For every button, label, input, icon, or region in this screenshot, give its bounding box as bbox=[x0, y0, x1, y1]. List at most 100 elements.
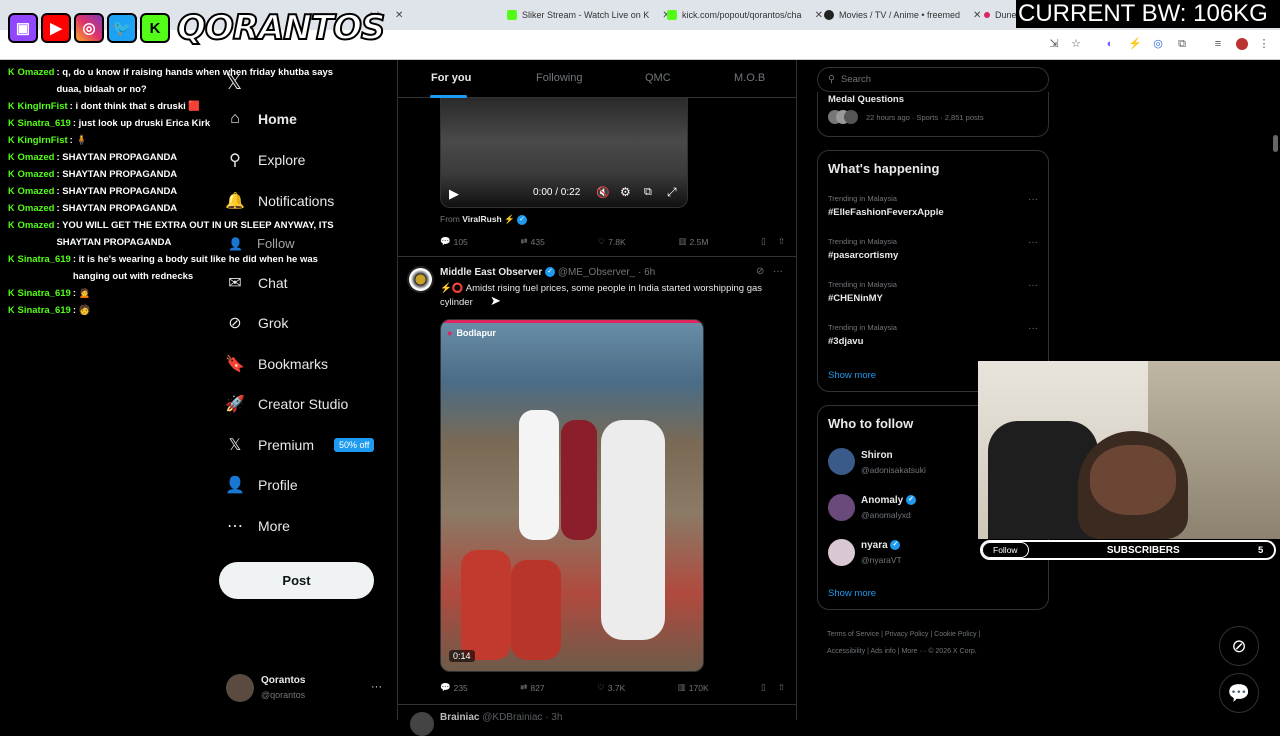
tab-mob[interactable]: M.O.B bbox=[734, 72, 765, 84]
more-dots-icon[interactable]: ··· bbox=[371, 681, 382, 693]
nav-item-premium[interactable]: 𝕏 Premium 50% off bbox=[226, 436, 375, 454]
trend-tag[interactable]: #3djavu bbox=[828, 336, 863, 347]
more-dots-icon[interactable]: ··· bbox=[773, 266, 783, 277]
suggestion-avatar[interactable] bbox=[828, 448, 855, 475]
profile-avatar[interactable] bbox=[1236, 38, 1248, 50]
nav-item-notifications[interactable]: 🔔 Notifications bbox=[225, 192, 334, 210]
site-icon bbox=[984, 12, 990, 18]
tweet-time[interactable]: · 6h bbox=[638, 267, 655, 278]
footer-link[interactable]: More ··· bbox=[901, 648, 926, 655]
grok-icon[interactable]: ⊘ bbox=[756, 266, 764, 277]
trend-tag[interactable]: #CHENinMY bbox=[828, 293, 883, 304]
more-dots-icon[interactable]: ··· bbox=[1028, 194, 1038, 205]
browser-tab[interactable]: Dune bbox=[984, 4, 1017, 26]
tweet-author-name[interactable]: Brainiac bbox=[440, 712, 479, 723]
extension-icon[interactable]: ◐ bbox=[1104, 38, 1116, 50]
bookmark-icon[interactable]: ▯ bbox=[761, 236, 766, 247]
search-input[interactable]: ⚲ Search bbox=[817, 67, 1049, 92]
star-icon[interactable]: ☆ bbox=[1070, 38, 1082, 50]
tab-for-you[interactable]: For you bbox=[431, 72, 471, 84]
follow-button[interactable]: Follow bbox=[982, 542, 1029, 558]
more-dots-icon[interactable]: ··· bbox=[1028, 280, 1038, 291]
tweet-avatar[interactable] bbox=[407, 266, 434, 293]
medal-card[interactable]: Medal Questions 22 hours ago · Sports · … bbox=[817, 92, 1049, 137]
account-avatar[interactable] bbox=[226, 674, 254, 702]
browser-tab[interactable]: kick.com/popout/qorantos/cha ✕ bbox=[667, 4, 823, 26]
tab-qmc[interactable]: QMC bbox=[645, 72, 671, 84]
suggestion-avatar[interactable] bbox=[828, 539, 855, 566]
install-icon[interactable]: ⇲ bbox=[1048, 38, 1060, 50]
tab-following[interactable]: Following bbox=[536, 72, 582, 84]
messages-button[interactable]: 💬 bbox=[1219, 673, 1259, 713]
mute-icon[interactable]: 🔇 bbox=[596, 186, 610, 199]
tweet-author-handle[interactable]: @KDBrainiac bbox=[482, 712, 542, 723]
suggestion-name[interactable]: Anomaly bbox=[861, 495, 903, 506]
browser-tab[interactable]: Movies / TV / Anime • freemed ✕ bbox=[824, 4, 981, 26]
show-more-link[interactable]: Show more bbox=[828, 370, 876, 381]
browser-tab[interactable]: Sliker Stream - Watch Live on K✕ bbox=[507, 4, 671, 26]
reply-button[interactable]: 💬 235 bbox=[440, 682, 468, 693]
tweet-author-handle[interactable]: @ME_Observer_ bbox=[558, 267, 635, 278]
medal-meta: 22 hours ago · Sports · 2,851 posts bbox=[866, 113, 984, 122]
trend-tag[interactable]: #pasarcortismy bbox=[828, 250, 898, 261]
extension-icon[interactable]: ⚡ bbox=[1128, 38, 1142, 50]
retweet-button[interactable]: ⇄ 827 bbox=[520, 682, 544, 693]
nav-item-profile[interactable]: 👤 Profile bbox=[225, 476, 298, 494]
close-icon[interactable]: ✕ bbox=[395, 10, 403, 21]
trend-tag[interactable]: #ElleFashionFeverxApple bbox=[828, 207, 944, 218]
grok-button[interactable]: ⊘ bbox=[1219, 626, 1259, 666]
views-button[interactable]: ▥ 170K bbox=[678, 682, 709, 693]
account-name[interactable]: Qorantos bbox=[261, 675, 305, 686]
share-icon[interactable]: ⇧ bbox=[778, 682, 785, 693]
nav-item-home[interactable]: ⌂ Home bbox=[226, 110, 297, 128]
pip-icon[interactable]: ⧉ bbox=[644, 186, 652, 199]
x-logo-icon[interactable]: 𝕏 bbox=[226, 70, 242, 95]
views-button[interactable]: ▥ 2.5M bbox=[678, 236, 708, 247]
fullscreen-icon[interactable]: ⤢ bbox=[667, 185, 677, 200]
play-icon[interactable]: ▶ bbox=[449, 186, 459, 202]
show-more-link[interactable]: Show more bbox=[828, 588, 876, 599]
nav-item-chat[interactable]: ✉ Chat bbox=[226, 274, 288, 292]
footer-link[interactable]: Terms of Service bbox=[827, 631, 879, 638]
nav-item-explore[interactable]: ⚲ Explore bbox=[226, 151, 305, 169]
share-icon[interactable]: ⇧ bbox=[778, 236, 785, 247]
from-name[interactable]: ViralRush ⚡ bbox=[462, 214, 514, 224]
reply-button[interactable]: 💬 105 bbox=[440, 236, 468, 247]
like-button[interactable]: ♡ 7.8K bbox=[598, 236, 626, 247]
suggestion-avatar[interactable] bbox=[828, 494, 855, 521]
close-icon[interactable]: ✕ bbox=[973, 10, 981, 21]
tweet-avatar[interactable] bbox=[410, 712, 434, 736]
puzzle-icon[interactable]: ⧉ bbox=[1176, 38, 1188, 50]
footer-link[interactable]: Accessibility bbox=[827, 648, 865, 655]
tweet-time[interactable]: · 3h bbox=[545, 712, 562, 723]
retweet-button[interactable]: ⇄ 435 bbox=[521, 236, 545, 247]
suggestion-name[interactable]: Shiron bbox=[861, 450, 893, 461]
menu-icon[interactable]: ⋮ bbox=[1258, 38, 1270, 50]
footer-link[interactable]: Cookie Policy bbox=[934, 631, 976, 638]
more-dots-icon[interactable]: ··· bbox=[1028, 323, 1038, 334]
nav-item-creator-studio[interactable]: 🚀 Creator Studio bbox=[225, 395, 348, 413]
bookmark-icon[interactable]: ▯ bbox=[761, 682, 766, 693]
tweet-video[interactable]: ▶ 0:00 / 0:22 🔇 ⚙ ⧉ ⤢ bbox=[440, 98, 688, 208]
nav-item-more[interactable]: ⋯ More bbox=[226, 517, 290, 535]
tweet-video[interactable]: ● Bodlapur 0:14 bbox=[440, 319, 704, 672]
retweet-count: 435 bbox=[530, 236, 545, 247]
tweet-author-name[interactable]: Middle East Observer bbox=[440, 267, 542, 278]
like-button[interactable]: ♡ 3.7K bbox=[597, 682, 625, 693]
close-icon[interactable]: ✕ bbox=[815, 10, 823, 21]
reading-list-icon[interactable]: ≡ bbox=[1212, 38, 1224, 50]
mail-icon: ✉ bbox=[228, 275, 242, 292]
settings-icon[interactable]: ⚙ bbox=[620, 185, 631, 199]
footer-link[interactable]: Ads info bbox=[870, 648, 895, 655]
nav-item-grok[interactable]: ⊘ Grok bbox=[226, 314, 288, 332]
scrollbar-thumb[interactable] bbox=[1273, 135, 1278, 152]
nav-item-bookmarks[interactable]: 🔖 Bookmarks bbox=[225, 355, 328, 373]
footer-link[interactable]: Privacy Policy bbox=[885, 631, 929, 638]
twitter-icon: 🐦 bbox=[107, 13, 137, 43]
post-button[interactable]: Post bbox=[219, 562, 374, 599]
suggestion-name[interactable]: nyara bbox=[861, 540, 888, 551]
extension-icon[interactable]: ◎ bbox=[1152, 38, 1164, 50]
more-dots-icon[interactable]: ··· bbox=[1028, 237, 1038, 248]
nav-label: Chat bbox=[258, 275, 288, 291]
stream-brand: QORANTOS bbox=[176, 7, 386, 49]
